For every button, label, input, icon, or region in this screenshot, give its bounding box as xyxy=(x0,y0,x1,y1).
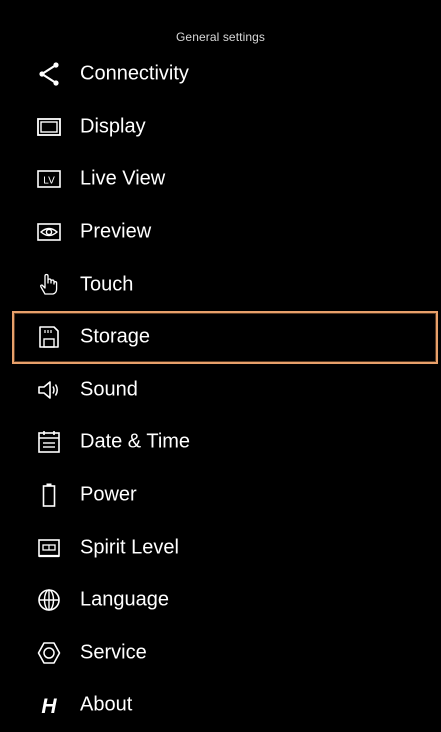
globe-icon xyxy=(36,587,62,613)
menu-item-storage[interactable]: Storage xyxy=(12,310,438,364)
menu-item-language[interactable]: Language xyxy=(0,574,441,627)
menu-item-label: Display xyxy=(80,115,146,138)
header: General settings xyxy=(0,0,441,50)
preview-eye-icon xyxy=(36,219,62,245)
menu-item-display[interactable]: Display xyxy=(0,101,441,154)
menu-item-label: Storage xyxy=(80,325,151,348)
settings-menu: Connectivity Display LV Live View Previe… xyxy=(0,48,441,732)
menu-item-date-time[interactable]: Date & Time xyxy=(0,416,441,469)
menu-item-label: Service xyxy=(80,641,147,664)
storage-card-icon xyxy=(36,324,62,350)
menu-item-live-view[interactable]: LV Live View xyxy=(0,153,441,206)
menu-item-label: Touch xyxy=(80,273,134,296)
menu-item-power[interactable]: Power xyxy=(0,469,441,522)
menu-item-label: Language xyxy=(80,588,169,611)
menu-item-label: About xyxy=(80,693,133,716)
menu-item-label: Power xyxy=(80,483,137,506)
menu-item-preview[interactable]: Preview xyxy=(0,206,441,259)
battery-icon xyxy=(36,482,62,508)
display-icon xyxy=(36,114,62,140)
menu-item-label: Sound xyxy=(80,378,138,401)
spirit-level-icon xyxy=(36,535,62,561)
menu-item-connectivity[interactable]: Connectivity xyxy=(0,48,441,101)
share-icon xyxy=(36,61,62,87)
menu-item-about[interactable]: H About xyxy=(0,679,441,732)
hasselblad-logo-icon: H xyxy=(36,692,62,718)
menu-item-spirit-level[interactable]: Spirit Level xyxy=(0,521,441,574)
menu-item-label: Connectivity xyxy=(80,62,189,85)
hexagon-icon xyxy=(36,640,62,666)
menu-item-label: Date & Time xyxy=(80,430,191,453)
live-view-icon-text: LV xyxy=(43,176,55,187)
live-view-icon: LV xyxy=(36,166,62,192)
about-logo-text: H xyxy=(41,695,57,718)
menu-item-label: Spirit Level xyxy=(80,536,179,559)
page-title: General settings xyxy=(176,30,265,44)
menu-item-label: Preview xyxy=(80,220,152,243)
menu-item-service[interactable]: Service xyxy=(0,627,441,680)
calendar-icon xyxy=(36,429,62,455)
menu-item-label: Live View xyxy=(80,167,166,190)
menu-item-sound[interactable]: Sound xyxy=(0,364,441,417)
touch-hand-icon xyxy=(36,272,62,298)
menu-item-touch[interactable]: Touch xyxy=(0,258,441,311)
speaker-icon xyxy=(36,377,62,403)
